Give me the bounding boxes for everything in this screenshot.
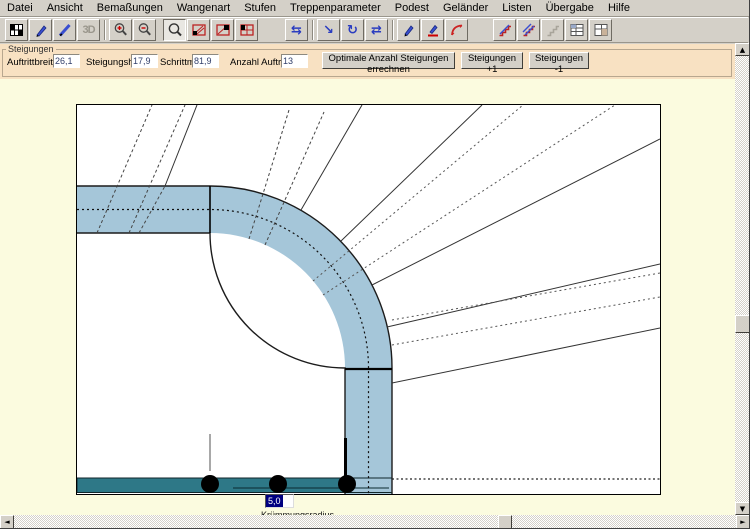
auftrittbreite-label: Auftrittbreite	[7, 57, 58, 68]
red-arc-icon	[449, 22, 465, 38]
menu-podest[interactable]: Podest	[388, 1, 436, 15]
zoom-in-icon	[113, 22, 129, 38]
arrow-corner-icon: ↘	[323, 24, 334, 37]
stair-layout-button[interactable]	[5, 19, 28, 41]
insert-corner-button[interactable]: ↘	[317, 19, 340, 41]
swap-arrows-icon: ⇆	[291, 24, 302, 37]
schrittmass-input[interactable]	[192, 54, 219, 68]
exchange-button[interactable]: ⇄	[365, 19, 388, 41]
vertical-scrollbar[interactable]: ▲ ▼	[735, 43, 750, 515]
menu-treppenparameter[interactable]: Treppenparameter	[283, 1, 388, 15]
scroll-down-button[interactable]: ▼	[735, 502, 750, 515]
zoom-window-button[interactable]	[163, 19, 186, 41]
zoom-detail-2-button[interactable]	[211, 19, 234, 41]
drag-handle[interactable]	[201, 475, 219, 493]
drag-handle[interactable]	[269, 475, 287, 493]
kruemmungsradius-value: 5,0	[266, 495, 283, 507]
list-view-1-button[interactable]	[565, 19, 588, 41]
menu-ansicht[interactable]: Ansicht	[40, 1, 90, 15]
blue-pencil2-icon	[401, 22, 417, 38]
stair-gray-icon	[545, 22, 561, 38]
horizontal-scrollbar[interactable]: ◄ ►	[0, 515, 750, 529]
table-2-icon	[593, 22, 609, 38]
draw-line-button[interactable]	[53, 19, 76, 41]
toolbar-separator	[312, 20, 314, 40]
view-3d-label: 3D	[82, 24, 94, 36]
menu-gelaender[interactable]: Geländer	[436, 1, 495, 15]
steigungshoehe-input[interactable]	[131, 54, 158, 68]
kruemmungsradius-input[interactable]: 5,0	[265, 494, 294, 508]
scroll-left-icon: ◄	[4, 518, 9, 526]
exchange-arrows-icon: ⇄	[371, 24, 382, 37]
zoom-out-icon	[137, 22, 153, 38]
zoom-detail-3-button[interactable]	[235, 19, 258, 41]
stair-view-1-button[interactable]	[493, 19, 516, 41]
vertical-scroll-thumb[interactable]	[735, 315, 750, 333]
steigungen-title: Steigungen	[6, 44, 56, 54]
steigungen-panel: Steigungen Auftrittbreite Steigungshöhe …	[0, 44, 735, 79]
scroll-right-icon: ►	[740, 518, 745, 526]
list-view-2-button[interactable]	[589, 19, 612, 41]
menu-stufen[interactable]: Stufen	[237, 1, 283, 15]
menu-wangenart[interactable]: Wangenart	[170, 1, 237, 15]
menu-listen[interactable]: Listen	[495, 1, 538, 15]
toolbar-separator	[104, 20, 106, 40]
stair-view-3-button[interactable]	[541, 19, 564, 41]
horizontal-scroll-thumb[interactable]	[498, 515, 512, 529]
stair-layout-grid-icon	[9, 22, 25, 38]
stair-plan-drawing[interactable]	[77, 105, 660, 494]
auftrittbreite-input[interactable]	[53, 54, 80, 68]
edit-dimension-button[interactable]	[421, 19, 444, 41]
edit-curve-button[interactable]	[445, 19, 468, 41]
scroll-right-button[interactable]: ►	[736, 515, 750, 529]
draw-pencil-button[interactable]	[29, 19, 52, 41]
stair-red-blue-1-icon	[497, 22, 513, 38]
client-area: Steigungen Auftrittbreite Steigungshöhe …	[0, 44, 735, 515]
menu-datei[interactable]: Datei	[0, 1, 40, 15]
menu-bemassungen[interactable]: Bemaßungen	[90, 1, 170, 15]
rotate-arrow-icon: ↻	[347, 24, 358, 37]
zoom-in-button[interactable]	[109, 19, 132, 41]
zoom-detail-1-button[interactable]	[187, 19, 210, 41]
zoom-out-button[interactable]	[133, 19, 156, 41]
menu-uebergabe[interactable]: Übergabe	[539, 1, 601, 15]
menu-bar: Datei Ansicht Bemaßungen Wangenart Stufe…	[0, 0, 750, 17]
band-inner-edge	[77, 233, 345, 494]
red-detail-3-icon	[239, 22, 255, 38]
stair-red-blue-2-icon	[521, 22, 537, 38]
red-detail-2-icon	[215, 22, 231, 38]
scroll-up-icon: ▲	[740, 46, 745, 54]
table-1-icon	[569, 22, 585, 38]
view-3d-button[interactable]: 3D	[77, 19, 100, 41]
blue-pen-icon	[57, 22, 73, 38]
blue-pencil-icon	[33, 22, 49, 38]
drawing-canvas[interactable]	[76, 104, 661, 495]
pencil-dimension-icon	[425, 22, 441, 38]
drag-handle[interactable]	[338, 475, 356, 493]
toolbar: 3D ⇆ ↘ ↻ ⇄	[0, 17, 748, 43]
scroll-left-button[interactable]: ◄	[0, 515, 14, 529]
red-detail-1-icon	[191, 22, 207, 38]
toolbar-separator	[392, 20, 394, 40]
scroll-up-button[interactable]: ▲	[735, 43, 750, 56]
menu-hilfe[interactable]: Hilfe	[601, 1, 637, 15]
stair-view-2-button[interactable]	[517, 19, 540, 41]
optimale-steigungen-button[interactable]: Optimale Anzahl Steigungen errechnen	[322, 52, 455, 69]
anzahl-auftritte-input[interactable]	[281, 54, 308, 68]
edit-pencil-button[interactable]	[397, 19, 420, 41]
steigungen-plus-button[interactable]: Steigungen +1	[461, 52, 523, 69]
steigungen-minus-button[interactable]: Steigungen -1	[529, 52, 589, 69]
scroll-down-icon: ▼	[740, 505, 745, 513]
recalculate-button[interactable]: ↻	[341, 19, 364, 41]
refresh-view-button[interactable]: ⇆	[285, 19, 308, 41]
magnifier-icon	[167, 22, 183, 38]
